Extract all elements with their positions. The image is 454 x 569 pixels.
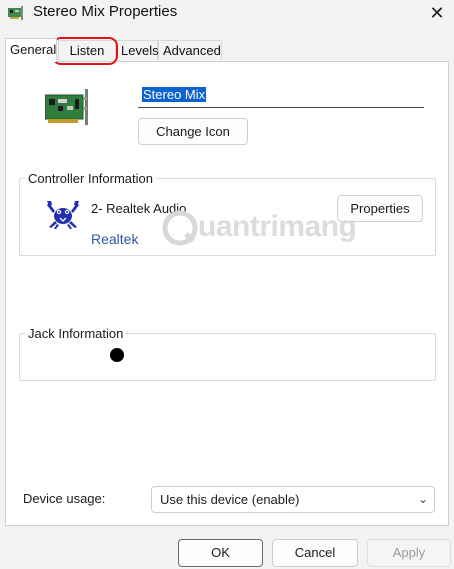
window-title: Stereo Mix Properties: [33, 3, 178, 20]
chevron-down-icon: ⌄: [417, 492, 428, 506]
jack-information-legend: Jack Information: [25, 326, 127, 341]
apply-button[interactable]: Apply: [367, 539, 451, 567]
ok-button[interactable]: OK: [178, 539, 263, 567]
controller-vendor: Realtek: [91, 231, 139, 247]
tab-advanced[interactable]: Advanced: [158, 40, 222, 60]
device-usage-label: Device usage:: [23, 491, 106, 506]
sound-card-icon: [8, 6, 23, 20]
device-name-input[interactable]: Stereo Mix: [138, 84, 424, 108]
realtek-crab-icon: [47, 201, 79, 229]
close-icon: ✕: [429, 2, 445, 23]
device-usage-select[interactable]: Use this device (enable) ⌄: [151, 486, 435, 513]
change-icon-button[interactable]: Change Icon: [138, 118, 248, 145]
listen-tab-highlight-ring: [52, 37, 118, 65]
device-usage-selected-value: Use this device (enable): [160, 492, 300, 507]
cancel-button[interactable]: Cancel: [272, 539, 358, 567]
watermark-text: uantrimang: [198, 210, 357, 243]
device-name-selected-text: Stereo Mix: [142, 87, 207, 102]
controller-information-legend: Controller Information: [25, 171, 156, 186]
jack-color-indicator: [110, 348, 124, 362]
tab-general[interactable]: General: [5, 38, 57, 62]
tab-levels[interactable]: Levels: [116, 40, 159, 60]
close-button[interactable]: ✕: [420, 0, 454, 26]
watermark-logo-icon: [162, 210, 198, 246]
sound-card-icon: [45, 89, 88, 125]
